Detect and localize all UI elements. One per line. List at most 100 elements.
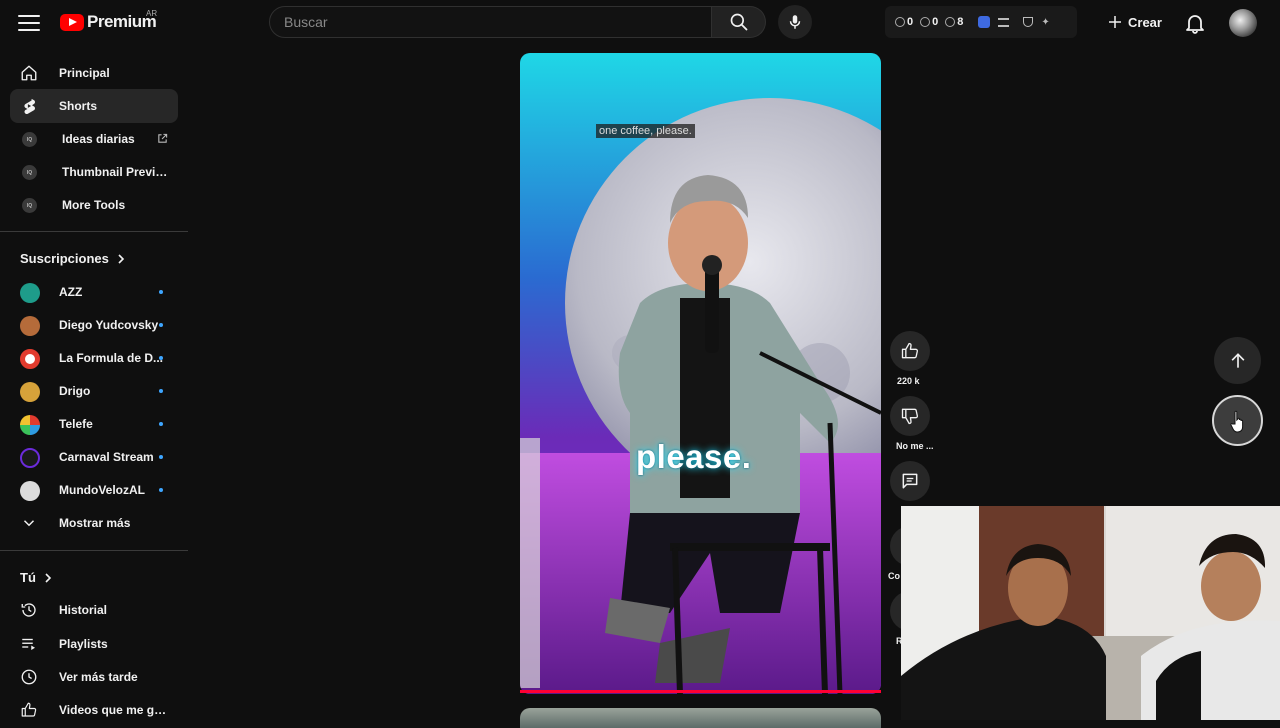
- subscription-item-la-formula[interactable]: La Formula de D...: [10, 341, 178, 375]
- comments-button[interactable]: [890, 461, 930, 501]
- playlists-icon: [22, 638, 35, 650]
- dislike-button[interactable]: [890, 396, 930, 436]
- previous-short-button[interactable]: [1214, 337, 1261, 384]
- comment-icon: [902, 473, 918, 489]
- caption-big: please.: [636, 438, 752, 475]
- show-more-button[interactable]: Mostrar más: [10, 506, 178, 540]
- trophy-icon[interactable]: [1023, 17, 1034, 27]
- sidebar-item-historial[interactable]: Historial: [10, 593, 178, 627]
- channel-avatar: [20, 349, 40, 369]
- sidebar-item-ver-mas-tarde[interactable]: Ver más tarde: [10, 660, 178, 694]
- sidebar-divider: [0, 550, 188, 551]
- channel-avatar: [20, 382, 40, 402]
- subscription-item-mundovelozal[interactable]: MundoVelozAL: [10, 473, 178, 507]
- notifications-bell-icon[interactable]: [1183, 11, 1207, 35]
- home-icon: [21, 65, 37, 81]
- top-header: Premium AR 0 0 8 ✦ Crear: [0, 0, 1280, 46]
- sidebar-item-playlists[interactable]: Playlists: [10, 627, 178, 661]
- sidebar-item-label: Playlists: [59, 637, 108, 651]
- channel-name: La Formula de D...: [59, 351, 164, 365]
- subscription-item-diego-yudcovsky[interactable]: Diego Yudcovsky: [10, 308, 178, 342]
- sidebar: Principal Shorts IQ Ideas diarias IQ Thu…: [0, 56, 188, 720]
- sidebar-item-shorts[interactable]: Shorts: [10, 89, 178, 123]
- microphone-icon: [789, 15, 801, 29]
- you-header[interactable]: Tú: [20, 570, 54, 585]
- create-label: Crear: [1128, 14, 1162, 30]
- channel-avatar: [20, 316, 40, 336]
- hand-cursor-icon: [1229, 410, 1243, 432]
- like-count: 220 k: [897, 376, 920, 386]
- new-content-dot: [159, 323, 163, 327]
- like-button[interactable]: [890, 331, 930, 371]
- external-link-icon: [158, 133, 168, 143]
- clock-icon: [21, 669, 37, 685]
- sidebar-item-videos-que-me-gustan[interactable]: Videos que me gus...: [10, 693, 178, 727]
- dislike-label: No me ...: [896, 441, 934, 451]
- arrow-up-icon: [1231, 352, 1244, 368]
- short-video-player[interactable]: [520, 53, 881, 694]
- caption-small: one coffee, please.: [596, 124, 695, 138]
- sidebar-item-label: Videos que me gus...: [59, 703, 167, 717]
- channel-avatar: [20, 481, 40, 501]
- you-title: Tú: [20, 570, 36, 585]
- ext-stat-watch-value: 8: [957, 16, 964, 28]
- list-icon[interactable]: [998, 17, 1010, 27]
- ext-stat-watch[interactable]: 8: [945, 16, 963, 28]
- ext-stat-time[interactable]: 0: [895, 16, 913, 28]
- comments-label: Co: [888, 571, 900, 581]
- create-button[interactable]: Crear: [1100, 6, 1174, 38]
- new-content-dot: [159, 356, 163, 360]
- iq-icon: IQ: [22, 165, 37, 180]
- youtube-play-icon: [60, 13, 84, 31]
- extension-logo-icon[interactable]: [978, 16, 991, 28]
- search-box: [269, 6, 712, 38]
- sidebar-item-label: Historial: [59, 603, 108, 617]
- channel-name: Drigo: [59, 384, 91, 398]
- ext-stat-views[interactable]: 0: [920, 16, 938, 28]
- subscription-item-telefe[interactable]: Telefe: [10, 407, 178, 441]
- next-short-preview[interactable]: [520, 708, 881, 728]
- sidebar-item-ideas-diarias[interactable]: IQ Ideas diarias: [10, 122, 178, 156]
- webcam-feed: [901, 506, 1280, 720]
- sidebar-divider: [0, 231, 188, 232]
- subscription-item-carnaval-stream[interactable]: Carnaval Stream: [10, 440, 178, 474]
- history-icon: [21, 603, 36, 617]
- thumb-down-icon: [901, 408, 919, 425]
- channel-avatar: [20, 415, 40, 435]
- search-input[interactable]: [270, 7, 711, 37]
- search-icon: [730, 13, 747, 31]
- sidebar-item-principal[interactable]: Principal: [10, 56, 178, 90]
- chevron-right-icon: [45, 572, 52, 583]
- extension-toolbar: 0 0 8 ✦: [885, 6, 1077, 38]
- sidebar-item-label: Principal: [59, 66, 110, 80]
- voice-search-button[interactable]: [778, 5, 812, 39]
- menu-icon[interactable]: [18, 12, 40, 34]
- search-button[interactable]: [712, 6, 766, 38]
- sidebar-item-label: Ideas diarias: [62, 132, 135, 146]
- youtube-premium-logo[interactable]: Premium: [60, 12, 157, 32]
- video-progress-bar[interactable]: [520, 690, 881, 693]
- sparkle-icon[interactable]: ✦: [1041, 17, 1049, 28]
- sidebar-item-thumbnail-preview[interactable]: IQ Thumbnail Preview: [10, 155, 178, 189]
- next-short-button[interactable]: [1212, 395, 1263, 446]
- channel-name: MundoVelozAL: [59, 483, 145, 497]
- clock-icon: [895, 17, 905, 27]
- subscription-item-azz[interactable]: AZZ: [10, 275, 178, 309]
- channel-name: Carnaval Stream: [59, 450, 154, 464]
- sidebar-item-label: Shorts: [59, 99, 98, 113]
- channel-name: Diego Yudcovsky: [59, 318, 159, 332]
- new-content-dot: [159, 422, 163, 426]
- subscriptions-header[interactable]: Suscripciones: [20, 251, 127, 266]
- subscriptions-title: Suscripciones: [20, 251, 109, 266]
- ext-stat-views-value: 0: [932, 16, 939, 28]
- plus-icon: [1109, 16, 1121, 28]
- sidebar-item-more-tools[interactable]: IQ More Tools: [10, 188, 178, 222]
- sidebar-item-label: More Tools: [62, 198, 126, 212]
- account-avatar[interactable]: [1229, 9, 1257, 37]
- shorts-icon: [24, 98, 35, 115]
- sidebar-item-label: Ver más tarde: [59, 670, 138, 684]
- eye-icon: [920, 17, 931, 27]
- iq-icon: IQ: [22, 132, 37, 147]
- subscription-item-drigo[interactable]: Drigo: [10, 374, 178, 408]
- show-more-label: Mostrar más: [59, 516, 131, 530]
